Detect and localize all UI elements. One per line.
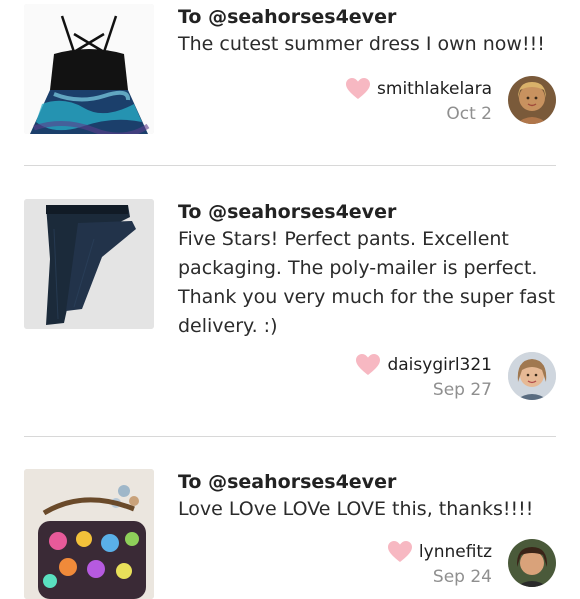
review-byline: lynnefitz Sep 24 — [387, 539, 492, 587]
divider — [24, 165, 556, 166]
heart-icon — [387, 541, 412, 562]
review-message: The cutest summer dress I own now!!! — [178, 33, 545, 55]
user-avatar[interactable] — [508, 352, 556, 400]
review-byline: daisygirl321 Sep 27 — [355, 352, 492, 400]
review-meta: smithlakelara Oct 2 — [216, 76, 556, 126]
user-avatar[interactable] — [508, 76, 556, 124]
review-date: Sep 27 — [432, 380, 492, 400]
username-link[interactable]: daisygirl321 — [387, 355, 492, 375]
username-link[interactable]: smithlakelara — [377, 79, 492, 99]
avatar-photo-icon — [508, 76, 556, 124]
heart-icon — [346, 78, 371, 99]
recipient-label[interactable]: To @seahorses4ever — [178, 199, 558, 225]
user-avatar[interactable] — [508, 539, 556, 587]
review-meta: daisygirl321 Sep 27 — [216, 352, 556, 402]
review-date: Oct 2 — [446, 104, 492, 124]
product-thumbnail[interactable] — [24, 4, 154, 134]
leggings-photo-icon — [24, 199, 154, 329]
avatar-photo-icon — [508, 539, 556, 587]
review-meta: lynnefitz Sep 24 — [216, 539, 556, 589]
review-date: Sep 24 — [432, 567, 492, 587]
handbag-photo-icon — [24, 469, 154, 599]
review-content: To @seahorses4ever Five Stars! Perfect p… — [178, 199, 558, 341]
heart-icon — [356, 354, 381, 375]
review-content: To @seahorses4ever Love LOve LOVe LOVE t… — [178, 469, 558, 524]
review-feed: To @seahorses4ever The cutest summer dre… — [0, 0, 580, 599]
product-thumbnail[interactable] — [24, 199, 154, 329]
review-content: To @seahorses4ever The cutest summer dre… — [178, 4, 558, 59]
recipient-label[interactable]: To @seahorses4ever — [178, 469, 558, 495]
avatar-photo-icon — [508, 352, 556, 400]
recipient-label[interactable]: To @seahorses4ever — [178, 4, 558, 30]
review-byline: smithlakelara Oct 2 — [345, 76, 492, 124]
username-link[interactable]: lynnefitz — [419, 542, 492, 562]
review-message: Love LOve LOVe LOVE this, thanks!!!! — [178, 498, 534, 520]
review-message: Five Stars! Perfect pants. Excellent pac… — [178, 228, 556, 337]
divider — [24, 436, 556, 437]
dress-photo-icon — [24, 4, 154, 134]
product-thumbnail[interactable] — [24, 469, 154, 599]
